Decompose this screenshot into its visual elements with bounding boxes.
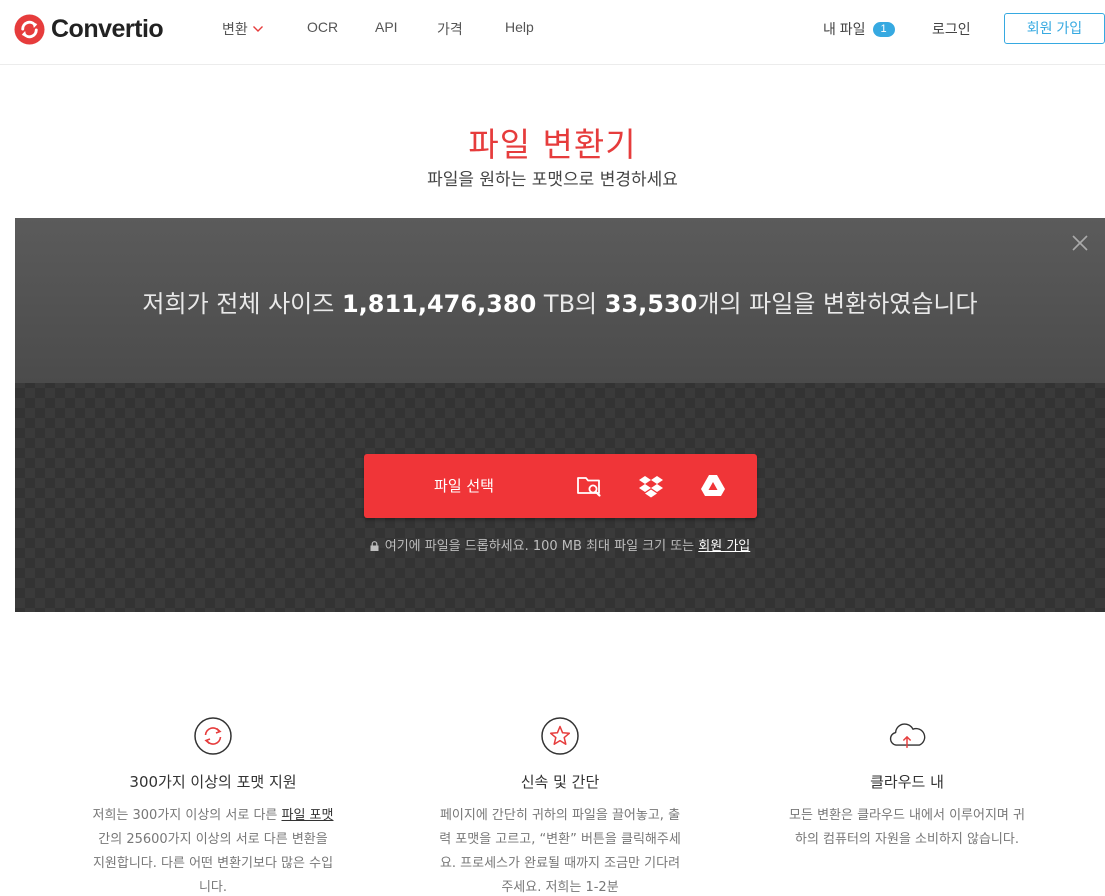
star-icon — [541, 717, 579, 755]
logo[interactable]: Convertio — [14, 12, 164, 46]
drop-note: 여기에 파일을 드롭하세요. 100 MB 최대 파일 크기 또는 회원 가입 — [15, 535, 1105, 554]
nav-item-convert[interactable]: 변환 — [222, 19, 264, 39]
drop-note-signup-link[interactable]: 회원 가입 — [698, 539, 750, 554]
stats-total-size: 1,811,476,380 — [341, 290, 537, 318]
stats-banner: 저희가 전체 사이즈 1,811,476,380 TB의 33,530개의 파일… — [15, 218, 1105, 383]
close-icon[interactable] — [1071, 234, 1089, 252]
nav-item-help[interactable]: Help — [505, 19, 534, 35]
feature-cloud: 클라우드 내 모든 변환은 클라우드 내에서 이루어지며 귀하의 컴퓨터의 자원… — [757, 716, 1057, 852]
chevron-down-icon — [252, 26, 263, 32]
my-files-link[interactable]: 내 파일 1 — [823, 19, 895, 39]
signup-button[interactable]: 회원 가입 — [1004, 13, 1105, 44]
feature-fast-simple: 신속 및 간단 페이지에 간단히 귀하의 파일을 끌어놓고, 출력 포맷을 고르… — [410, 716, 710, 896]
nav-item-ocr[interactable]: OCR — [307, 19, 338, 35]
file-formats-link[interactable]: 파일 포맷 — [282, 808, 334, 823]
feature-title: 클라우드 내 — [870, 773, 944, 791]
feature-description: 저희는 300가지 이상의 서로 다른 파일 포맷 간의 25600가지 이상의… — [92, 808, 334, 895]
logo-text: Convertio — [51, 14, 164, 43]
convertio-logo-icon — [14, 13, 45, 45]
feature-description: 페이지에 간단히 귀하의 파일을 끌어놓고, 출력 포맷을 고르고, “변환” … — [439, 808, 681, 895]
feature-description: 모든 변환은 클라우드 내에서 이루어지며 귀하의 컴퓨터의 자원을 소비하지 … — [789, 808, 1025, 847]
folder-search-icon[interactable] — [576, 474, 602, 498]
lock-icon — [370, 541, 379, 551]
stats-file-count: 33,530 — [604, 290, 698, 318]
feature-title: 300가지 이상의 포맷 지원 — [129, 773, 297, 791]
page-title: 파일 변환기 — [468, 125, 637, 164]
my-files-label: 내 파일 — [823, 21, 866, 37]
page-subtitle: 파일을 원하는 포맷으로 변경하세요 — [427, 170, 678, 190]
dropbox-icon[interactable] — [638, 474, 664, 498]
google-drive-icon[interactable] — [700, 474, 726, 498]
nav-item-pricing[interactable]: 가격 — [437, 19, 463, 39]
choose-files-button[interactable]: 파일 선택 — [364, 454, 564, 518]
converter-panel: 저희가 전체 사이즈 1,811,476,380 TB의 33,530개의 파일… — [15, 218, 1105, 612]
conversion-stats: 저희가 전체 사이즈 1,811,476,380 TB의 33,530개의 파일… — [142, 290, 978, 318]
refresh-icon — [194, 717, 232, 755]
nav-item-api[interactable]: API — [375, 19, 398, 35]
feature-title: 신속 및 간단 — [520, 773, 600, 791]
login-link[interactable]: 로그인 — [932, 19, 971, 39]
cloud-upload-icon — [889, 723, 926, 748]
my-files-count-badge: 1 — [872, 21, 895, 37]
feature-formats: 300가지 이상의 포맷 지원 저희는 300가지 이상의 서로 다른 파일 포… — [63, 716, 363, 896]
upload-bar: 파일 선택 — [364, 454, 757, 518]
top-header: Convertio 변환 OCR API 가격 Help 내 파일 1 로그인 … — [0, 0, 1105, 65]
